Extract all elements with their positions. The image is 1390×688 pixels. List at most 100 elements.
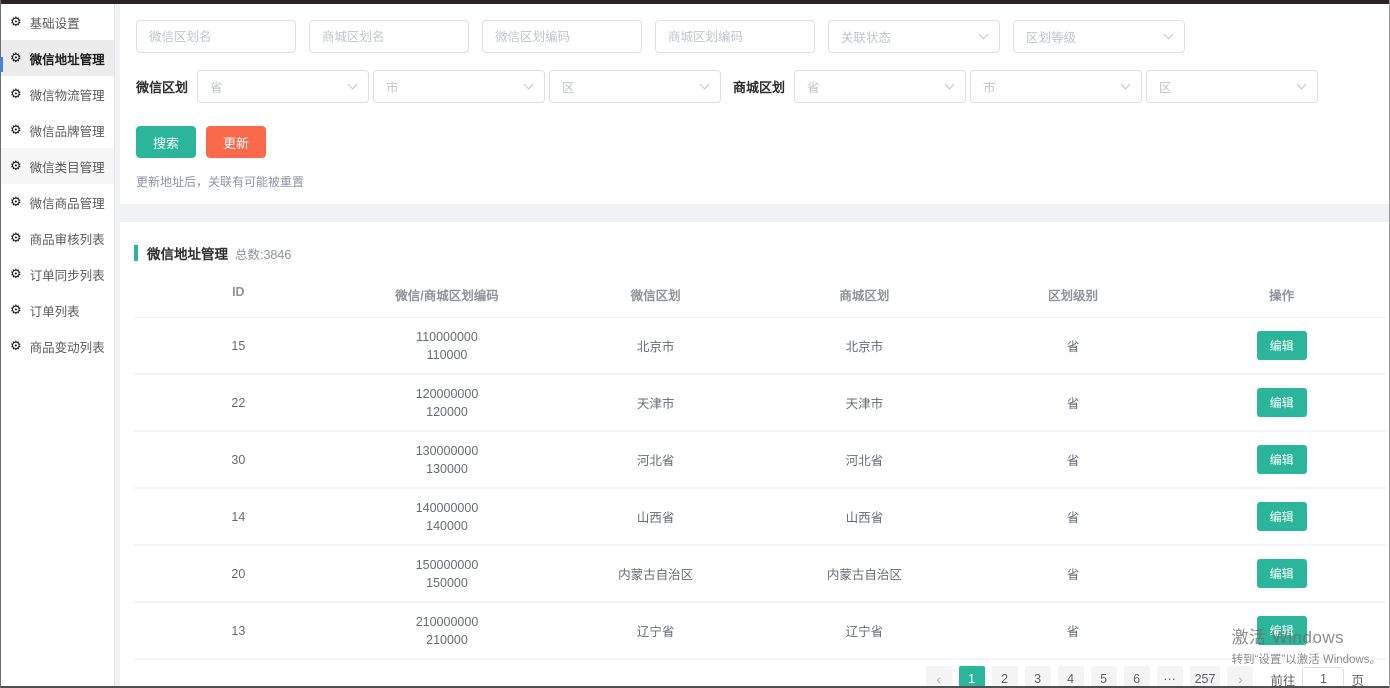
table-row: 13210000000210000辽宁省辽宁省省编辑 — [134, 603, 1386, 660]
sidebar-item[interactable]: ⚙订单同步列表 — [0, 256, 114, 292]
gear-icon: ⚙ — [10, 268, 22, 281]
cell-mall-region: 北京市 — [760, 336, 969, 355]
edit-button[interactable]: 编辑 — [1257, 331, 1307, 360]
region-select[interactable]: 区 — [549, 70, 721, 103]
table-row: 20150000000150000内蒙古自治区内蒙古自治区省编辑 — [134, 546, 1386, 603]
sidebar-item[interactable]: ⚙ 基础设置 — [0, 4, 114, 40]
pagination-pages: 123456 ··· 257 — [959, 666, 1221, 688]
code-line: 120000000 — [343, 385, 552, 403]
pagination-page[interactable]: 6 — [1124, 666, 1150, 688]
region-select[interactable]: 省 — [794, 70, 966, 103]
sidebar-item-label: 微信类目管理 — [30, 157, 105, 176]
gear-icon: ⚙ — [10, 304, 22, 317]
filter-text-input[interactable] — [655, 20, 815, 53]
code-line: 150000 — [343, 574, 552, 592]
table-column-header: 区划级别 — [969, 273, 1178, 317]
code-line: 140000000 — [343, 499, 552, 517]
cell-actions: 编辑 — [1177, 331, 1386, 360]
select-value: 区 — [1159, 77, 1172, 96]
region-select[interactable]: 市 — [970, 70, 1142, 103]
chevron-down-icon — [979, 30, 989, 40]
section-header: 微信地址管理 总数:3846 — [134, 243, 1390, 263]
gear-icon: ⚙ — [10, 232, 22, 245]
region-select[interactable]: 区 — [1146, 70, 1318, 103]
sidebar-item[interactable]: ⚙订单列表 — [0, 292, 114, 328]
cell-wechat-region: 辽宁省 — [551, 621, 760, 640]
app-root: ⚙基础设置⚙微信地址管理⚙微信物流管理⚙微信品牌管理⚙微信类目管理⚙微信商品管理… — [0, 0, 1390, 688]
edit-button[interactable]: 编辑 — [1257, 445, 1307, 474]
gear-icon: ⚙ — [10, 196, 22, 209]
panel-gap — [120, 204, 1390, 222]
pagination-next-icon[interactable]: › — [1227, 666, 1253, 688]
sidebar-item[interactable]: ⚙ 微信地址管理 — [0, 40, 114, 76]
sidebar-item-label: 微信地址管理 — [30, 49, 105, 68]
pagination-page[interactable]: 5 — [1091, 666, 1117, 688]
code-line: 110000 — [343, 346, 552, 364]
pagination-page[interactable]: 1 — [959, 666, 985, 688]
filter-select[interactable]: 关联状态 — [828, 20, 1000, 53]
pagination-page[interactable]: 4 — [1058, 666, 1084, 688]
gear-icon: ⚙ — [10, 340, 22, 353]
cell-actions: 编辑 — [1177, 388, 1386, 417]
chevron-down-icon — [1121, 80, 1131, 90]
edit-button[interactable]: 编辑 — [1257, 502, 1307, 531]
gear-icon: ⚙ — [10, 52, 22, 65]
filter-select[interactable]: 区划等级 — [1013, 20, 1185, 53]
cell-level: 省 — [969, 564, 1178, 583]
edit-button[interactable]: 编辑 — [1257, 559, 1307, 588]
update-button[interactable]: 更新 — [206, 126, 266, 158]
pagination-page[interactable]: 257 — [1190, 666, 1221, 688]
pagination-page[interactable]: 2 — [992, 666, 1018, 688]
filter-text-input[interactable] — [136, 20, 296, 53]
sidebar-item[interactable]: ⚙ 商品审核列表 — [0, 220, 114, 256]
section-accent-bar — [134, 245, 138, 261]
code-line: 210000 — [343, 631, 552, 649]
cell-actions: 编辑 — [1177, 559, 1386, 588]
filter-text-input[interactable] — [309, 20, 469, 53]
table-column-header: 操作 — [1177, 273, 1386, 317]
cell-codes: 150000000150000 — [343, 556, 552, 592]
pagination-prev-icon[interactable]: ‹ — [926, 666, 952, 688]
table-row: 14140000000140000山西省山西省省编辑 — [134, 489, 1386, 546]
page-jump-input[interactable] — [1302, 667, 1344, 688]
code-line: 150000000 — [343, 556, 552, 574]
region-select[interactable]: 市 — [373, 70, 545, 103]
sidebar-item-label: 微信物流管理 — [30, 85, 105, 104]
cell-mall-region: 内蒙古自治区 — [760, 564, 969, 583]
gear-icon: ⚙ — [10, 16, 22, 29]
address-table: ID微信/商城区划编码微信区划商城区划区划级别操作 15110000000110… — [134, 273, 1386, 660]
sidebar-item[interactable]: ⚙微信类目管理 — [0, 148, 114, 184]
search-button[interactable]: 搜索 — [136, 126, 196, 158]
sidebar: ⚙基础设置⚙微信地址管理⚙微信物流管理⚙微信品牌管理⚙微信类目管理⚙微信商品管理… — [0, 4, 115, 688]
chevron-down-icon — [1297, 80, 1307, 90]
gear-icon: ⚙ — [10, 124, 22, 137]
window-top-bar — [0, 0, 1390, 4]
chevron-down-icon — [524, 80, 534, 90]
cell-wechat-region: 山西省 — [551, 507, 760, 526]
cell-id: 20 — [134, 567, 343, 581]
sidebar-item-label: 商品审核列表 — [30, 229, 105, 248]
cell-wechat-region: 河北省 — [551, 450, 760, 469]
edit-button[interactable]: 编辑 — [1257, 388, 1307, 417]
sidebar-item-label: 基础设置 — [30, 13, 80, 32]
region-group-label: 微信区划 — [136, 77, 188, 96]
sidebar-item[interactable]: ⚙微信物流管理 — [0, 76, 114, 112]
pagination-ellipsis[interactable]: ··· — [1157, 666, 1183, 688]
filter-text-input[interactable] — [482, 20, 642, 53]
window-left-border — [0, 0, 1, 688]
region-group-label: 商城区划 — [733, 77, 785, 96]
table-column-header: 商城区划 — [760, 273, 969, 317]
pagination-page[interactable]: 3 — [1025, 666, 1051, 688]
cell-level: 省 — [969, 450, 1178, 469]
filter-row-region: 微信区划省市区商城区划省市区 — [136, 70, 1376, 103]
sidebar-item[interactable]: ⚙微信商品管理 — [0, 184, 114, 220]
sidebar-item[interactable]: ⚙微信品牌管理 — [0, 112, 114, 148]
cell-id: 13 — [134, 624, 343, 638]
edit-button[interactable]: 编辑 — [1257, 616, 1307, 645]
cell-actions: 编辑 — [1177, 502, 1386, 531]
select-value: 市 — [983, 77, 996, 96]
region-select[interactable]: 省 — [197, 70, 369, 103]
sidebar-item[interactable]: ⚙商品变动列表 — [0, 328, 114, 364]
code-line: 210000000 — [343, 613, 552, 631]
edge-marker — [0, 57, 3, 72]
